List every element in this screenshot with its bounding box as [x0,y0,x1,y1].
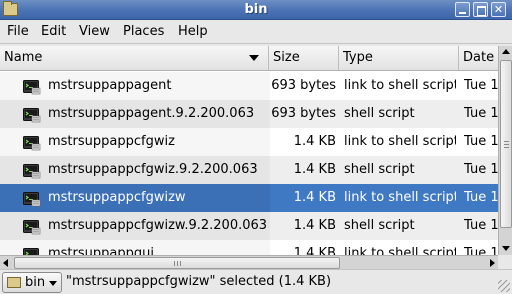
file-date: Tue 1 [464,106,498,121]
file-type: shell script [344,106,415,121]
chevron-down-icon [49,281,57,286]
file-name: mstrsuppappagent [48,78,172,93]
resize-grip[interactable] [498,280,510,292]
grip-line [504,147,509,148]
file-row[interactable]: mstrsuppappagent.9.2.200.063 693 bytes she… [0,100,498,128]
file-row[interactable]: mstrsuppappcfgwiz 1.4 KB link to shell scr… [0,128,498,156]
file-size: 693 bytes [271,78,336,93]
scroll-down-arrow-icon[interactable] [502,246,510,251]
shell-script-icon [23,106,41,123]
scroll-right-arrow-icon[interactable] [490,259,495,267]
file-type: shell script [344,162,415,177]
sort-descending-icon [249,55,259,61]
menu-edit[interactable]: Edit [41,24,66,39]
location-button[interactable]: bin [2,272,62,293]
file-size: 1.4 KB [293,134,336,149]
file-row[interactable]: mstrsuppappcfgwizw 1.4 KB link to shell sc… [0,184,498,212]
column-header-name[interactable]: Name [0,46,269,71]
status-message: "mstrsuppappcfgwizw" selected (1.4 KB) [66,274,332,289]
scroll-left-arrow-icon[interactable] [3,259,8,267]
file-row[interactable]: mstrsuppappgui 1.4 KB link to shell script… [0,240,498,255]
file-date: Tue 1 [464,218,498,233]
shell-script-icon [23,190,41,207]
menu-bar: File Edit View Places Help [0,20,512,44]
shell-script-icon [23,78,41,95]
shell-script-icon [23,218,41,235]
column-header-type-label: Type [343,50,373,65]
column-header-size-label: Size [273,50,300,65]
status-bar: bin "mstrsuppappcfgwizw" selected (1.4 K… [0,269,512,294]
menu-places[interactable]: Places [123,24,164,39]
file-size: 693 bytes [271,106,336,121]
file-name: mstrsuppappagent.9.2.200.063 [48,106,255,121]
column-header-date[interactable]: Date [459,46,498,71]
grip-line [504,144,509,145]
menu-help[interactable]: Help [178,24,208,39]
shell-script-icon [23,246,41,255]
file-list[interactable]: Name Size Type Date mstrsuppappagent 693 … [0,46,498,255]
file-date: Tue 1 [464,134,498,149]
folder-icon [7,277,21,288]
file-date: Tue 1 [464,162,498,177]
column-header-name-label: Name [4,50,43,65]
window-title: bin [244,2,268,17]
file-size: 1.4 KB [293,190,336,205]
maximize-button[interactable] [473,2,488,17]
vertical-scrollbar[interactable] [498,46,512,255]
shell-script-icon [23,162,41,179]
file-name: mstrsuppappcfgwizw [48,190,186,205]
file-date: Tue 1 [464,78,498,93]
file-date: Tue 1 [464,190,498,205]
grip-line [177,261,178,266]
horizontal-scrollbar[interactable] [0,255,498,269]
location-label: bin [25,275,46,290]
file-name: mstrsuppappcfgwiz.9.2.200.063 [48,162,258,177]
file-row[interactable]: mstrsuppappcfgwizw.9.2.200.063 1.4 KB shel… [0,212,498,240]
scrollbar-corner [498,255,512,269]
grip-line [180,261,181,266]
file-size: 1.4 KB [293,246,336,255]
menu-view[interactable]: View [79,24,110,39]
file-date: Tue 1 [464,246,498,255]
file-name: mstrsuppappcfgwiz [48,134,175,149]
file-size: 1.4 KB [293,162,336,177]
close-button[interactable]: ✕ [491,2,506,17]
grip-line [504,141,509,142]
scroll-up-arrow-icon[interactable] [502,49,510,54]
file-type: link to shell script [344,134,456,149]
vertical-scroll-thumb[interactable] [500,60,512,228]
column-header-date-label: Date [463,50,495,65]
minimize-button[interactable] [455,2,470,17]
file-name: mstrsuppappcfgwizw.9.2.200.063 [48,218,268,233]
column-header-type[interactable]: Type [339,46,459,71]
file-row[interactable]: mstrsuppappagent 693 bytes link to shell s… [0,72,498,100]
file-type: link to shell script [344,190,456,205]
grip-line [174,261,175,266]
file-row[interactable]: mstrsuppappcfgwiz.9.2.200.063 1.4 KB shell… [0,156,498,184]
file-type: link to shell script [344,78,456,93]
file-type: link to shell script [344,246,456,255]
file-type: shell script [344,218,415,233]
title-bar[interactable]: bin ✕ [0,0,512,20]
shell-script-icon [23,134,41,151]
horizontal-scroll-thumb[interactable] [14,257,340,269]
file-size: 1.4 KB [293,218,336,233]
file-name: mstrsuppappgui [48,246,154,255]
column-header-size[interactable]: Size [269,46,339,71]
menu-file[interactable]: File [7,24,29,39]
